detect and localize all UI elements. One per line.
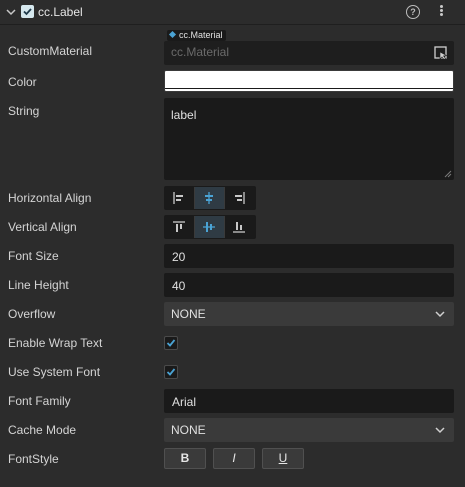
more-vertical-icon[interactable] <box>437 4 445 20</box>
component-enabled-checkbox[interactable] <box>21 5 34 18</box>
component-title: cc.Label <box>38 5 83 19</box>
underline-button[interactable]: U <box>262 448 304 469</box>
overflow-value: NONE <box>171 307 206 321</box>
align-bottom-button[interactable] <box>225 216 255 238</box>
bold-button[interactable]: B <box>164 448 206 469</box>
asset-type-icon <box>168 30 177 39</box>
material-type-label: cc.Material <box>179 30 223 40</box>
align-left-button[interactable] <box>165 187 195 209</box>
custom-material-field[interactable]: cc.Material <box>164 41 454 65</box>
custom-material-placeholder: cc.Material <box>171 45 230 59</box>
align-right-icon <box>235 192 245 204</box>
align-middle-button[interactable] <box>195 216 225 238</box>
string-label: String <box>8 104 40 118</box>
line-height-label: Line Height <box>8 278 69 292</box>
font-size-label: Font Size <box>8 249 59 263</box>
vertical-align-label: Vertical Align <box>8 220 77 234</box>
enable-wrap-text-checkbox[interactable] <box>164 336 178 350</box>
font-family-value: Arial <box>172 395 197 409</box>
align-center-button[interactable] <box>195 187 225 209</box>
enable-wrap-text-label: Enable Wrap Text <box>8 336 103 350</box>
font-style-label: FontStyle <box>8 452 59 466</box>
cache-mode-label: Cache Mode <box>8 423 77 437</box>
align-top-icon <box>173 221 185 232</box>
cache-mode-select[interactable]: NONE <box>164 418 454 442</box>
chevron-down-icon[interactable] <box>6 7 16 17</box>
font-size-input[interactable]: 20 <box>164 244 454 268</box>
line-height-value: 40 <box>172 279 186 293</box>
resize-grip-icon[interactable] <box>444 170 452 178</box>
horizontal-align-group <box>164 186 256 210</box>
overflow-select[interactable]: NONE <box>164 302 454 326</box>
checkmark-icon <box>166 339 176 347</box>
custom-material-label: CustomMaterial <box>8 44 93 58</box>
align-left-icon <box>173 192 183 204</box>
component-header: cc.Label ? <box>0 0 465 25</box>
horizontal-align-label: Horizontal Align <box>8 191 92 205</box>
align-top-button[interactable] <box>165 216 195 238</box>
align-bottom-icon <box>233 222 245 233</box>
font-family-label: Font Family <box>8 394 71 408</box>
chevron-down-icon <box>435 311 445 318</box>
string-value: label <box>171 108 197 122</box>
material-type-tag: cc.Material <box>167 30 226 41</box>
color-swatch[interactable] <box>164 70 454 92</box>
align-center-icon <box>205 192 213 204</box>
cache-mode-value: NONE <box>171 423 206 437</box>
italic-button[interactable]: I <box>213 448 255 469</box>
asset-picker-icon[interactable] <box>434 46 448 60</box>
vertical-align-group <box>164 215 256 239</box>
font-family-input[interactable]: Arial <box>164 389 454 413</box>
use-system-font-checkbox[interactable] <box>164 365 178 379</box>
use-system-font-label: Use System Font <box>8 365 101 379</box>
string-textarea[interactable]: label <box>164 98 454 180</box>
help-circle-icon[interactable]: ? <box>406 5 420 19</box>
chevron-down-icon <box>435 427 445 434</box>
line-height-input[interactable]: 40 <box>164 273 454 297</box>
font-size-value: 20 <box>172 250 186 264</box>
align-right-button[interactable] <box>225 187 255 209</box>
color-label: Color <box>8 75 37 89</box>
checkmark-icon <box>166 368 176 376</box>
align-middle-icon <box>203 222 215 232</box>
overflow-label: Overflow <box>8 307 56 321</box>
